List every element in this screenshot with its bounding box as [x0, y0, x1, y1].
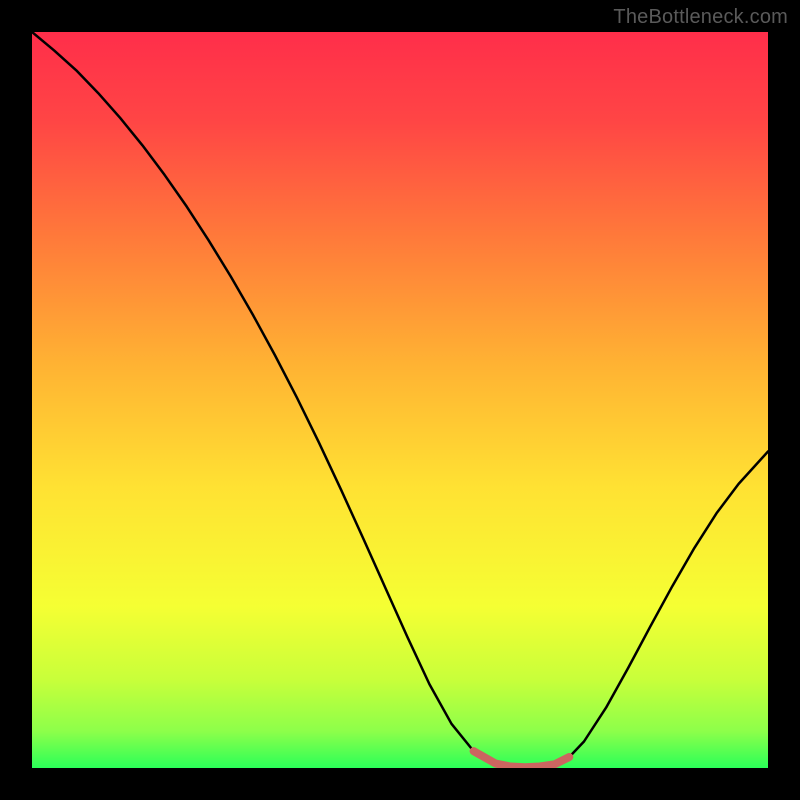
chart-plot-area [32, 32, 768, 768]
chart-svg [32, 32, 768, 768]
gradient-background [32, 32, 768, 768]
watermark-text: TheBottleneck.com [613, 6, 788, 29]
